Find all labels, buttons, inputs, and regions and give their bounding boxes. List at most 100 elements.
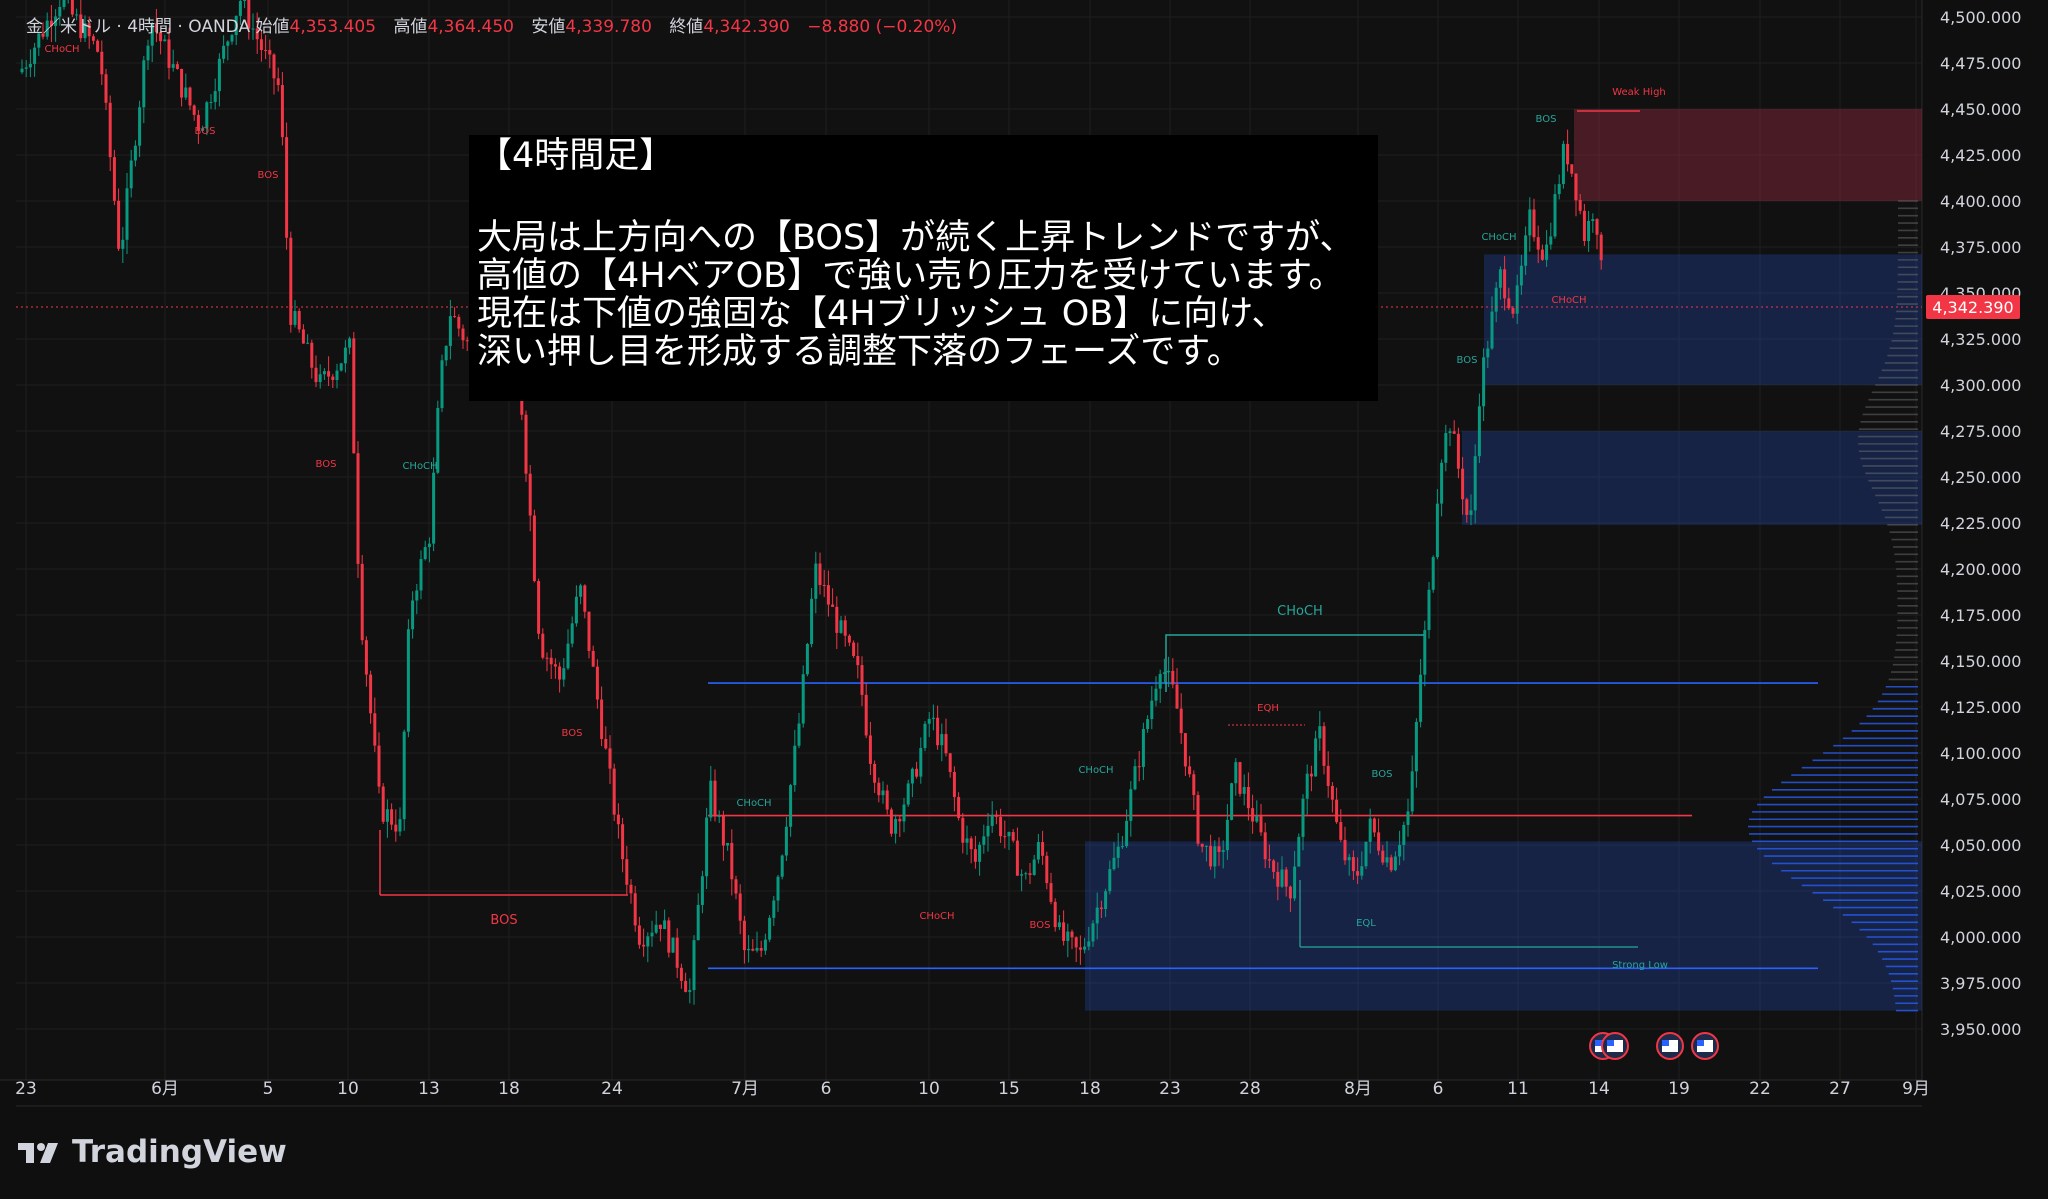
bearish-candle[interactable] — [1070, 931, 1074, 938]
bearish-candle[interactable] — [1377, 832, 1381, 851]
bullish-candle[interactable] — [20, 68, 24, 73]
bullish-candle[interactable] — [142, 60, 146, 108]
bearish-candle[interactable] — [936, 717, 940, 746]
bearish-candle[interactable] — [583, 585, 587, 612]
bearish-candle[interactable] — [1356, 871, 1360, 876]
bullish-candle[interactable] — [415, 590, 419, 601]
bearish-candle[interactable] — [1351, 857, 1355, 872]
bearish-candle[interactable] — [621, 824, 625, 860]
bearish-candle[interactable] — [259, 39, 263, 50]
bearish-candle[interactable] — [356, 453, 360, 564]
bearish-candle[interactable] — [1209, 845, 1213, 867]
bearish-candle[interactable] — [751, 948, 755, 951]
bullish-candle[interactable] — [1431, 557, 1435, 590]
bearish-candle[interactable] — [108, 102, 112, 158]
bullish-candle[interactable] — [1024, 873, 1028, 875]
bullish-candle[interactable] — [894, 818, 898, 834]
bullish-candle[interactable] — [881, 790, 885, 796]
bearish-candle[interactable] — [948, 753, 952, 772]
bearish-candle[interactable] — [1246, 787, 1250, 809]
bearish-candle[interactable] — [868, 735, 872, 764]
bearish-candle[interactable] — [1461, 468, 1465, 500]
bullish-order-block[interactable] — [1484, 254, 1922, 385]
bearish-candle[interactable] — [310, 342, 314, 368]
bullish-candle[interactable] — [789, 785, 793, 827]
bearish-candle[interactable] — [1540, 249, 1544, 260]
bullish-candle[interactable] — [293, 311, 297, 325]
bullish-candle[interactable] — [226, 41, 230, 46]
bullish-candle[interactable] — [448, 316, 452, 346]
bearish-candle[interactable] — [369, 674, 373, 714]
bearish-candle[interactable] — [381, 786, 385, 822]
bearish-candle[interactable] — [553, 664, 557, 667]
bullish-candle[interactable] — [133, 145, 137, 161]
bearish-candle[interactable] — [1263, 832, 1267, 860]
bearish-candle[interactable] — [738, 893, 742, 921]
bearish-candle[interactable] — [1179, 708, 1183, 734]
bullish-candle[interactable] — [671, 937, 675, 953]
bearish-candle[interactable] — [616, 814, 620, 825]
bearish-candle[interactable] — [188, 87, 192, 106]
bullish-candle[interactable] — [772, 900, 776, 918]
bullish-candle[interactable] — [1112, 857, 1116, 870]
bullish-candle[interactable] — [1120, 846, 1124, 848]
bearish-candle[interactable] — [713, 780, 717, 817]
bearish-candle[interactable] — [591, 650, 595, 667]
bullish-candle[interactable] — [318, 374, 322, 383]
bearish-candle[interactable] — [818, 563, 822, 586]
bearish-candle[interactable] — [873, 763, 877, 783]
bullish-candle[interactable] — [33, 47, 37, 64]
bullish-candle[interactable] — [1427, 589, 1431, 631]
bullish-candle[interactable] — [562, 668, 566, 680]
bearish-candle[interactable] — [524, 414, 528, 474]
bullish-order-block[interactable] — [1462, 431, 1922, 525]
bullish-candle[interactable] — [654, 924, 658, 933]
bearish-candle[interactable] — [1389, 857, 1393, 871]
bearish-candle[interactable] — [1028, 873, 1032, 875]
bearish-candle[interactable] — [301, 329, 305, 344]
bearish-candle[interactable] — [1259, 816, 1263, 833]
bullish-candle[interactable] — [1448, 431, 1452, 434]
bullish-candle[interactable] — [1087, 941, 1091, 947]
bullish-candle[interactable] — [1587, 220, 1591, 242]
bearish-candle[interactable] — [822, 585, 826, 587]
bullish-candle[interactable] — [982, 836, 986, 845]
bearish-candle[interactable] — [558, 666, 562, 680]
bullish-candle[interactable] — [1146, 719, 1150, 730]
bearish-candle[interactable] — [285, 137, 289, 238]
tradingview-brand[interactable]: TradingView — [18, 1134, 287, 1170]
bullish-candle[interactable] — [385, 809, 389, 822]
bullish-candle[interactable] — [1255, 816, 1259, 822]
bullish-candle[interactable] — [129, 160, 133, 189]
bullish-candle[interactable] — [574, 596, 578, 624]
bearish-candle[interactable] — [276, 78, 280, 86]
bearish-candle[interactable] — [1062, 922, 1066, 941]
bearish-candle[interactable] — [843, 620, 847, 636]
bullish-candle[interactable] — [726, 842, 730, 846]
bullish-candle[interactable] — [1167, 670, 1171, 673]
bullish-candle[interactable] — [1498, 269, 1502, 288]
bullish-candle[interactable] — [1314, 738, 1318, 777]
bearish-candle[interactable] — [1171, 670, 1175, 685]
bearish-candle[interactable] — [1192, 774, 1196, 796]
bullish-candle[interactable] — [579, 585, 583, 597]
bearish-candle[interactable] — [633, 893, 637, 926]
bullish-candle[interactable] — [1225, 819, 1229, 851]
bearish-candle[interactable] — [1011, 832, 1015, 841]
bullish-candle[interactable] — [965, 838, 969, 843]
bearish-candle[interactable] — [864, 694, 868, 736]
bullish-candle[interactable] — [1494, 287, 1498, 312]
bullish-candle[interactable] — [910, 768, 914, 784]
bullish-candle[interactable] — [440, 360, 444, 409]
bullish-candle[interactable] — [776, 876, 780, 901]
bullish-candle[interactable] — [243, 0, 247, 2]
bullish-candle[interactable] — [1032, 859, 1036, 875]
bullish-candle[interactable] — [705, 817, 709, 877]
bullish-candle[interactable] — [1318, 726, 1322, 739]
bullish-candle[interactable] — [184, 87, 188, 98]
bearish-candle[interactable] — [1045, 855, 1049, 884]
bullish-candle[interactable] — [1490, 311, 1494, 349]
bullish-candle[interactable] — [755, 947, 759, 951]
bullish-candle[interactable] — [1486, 348, 1490, 358]
bullish-candle[interactable] — [411, 600, 415, 630]
